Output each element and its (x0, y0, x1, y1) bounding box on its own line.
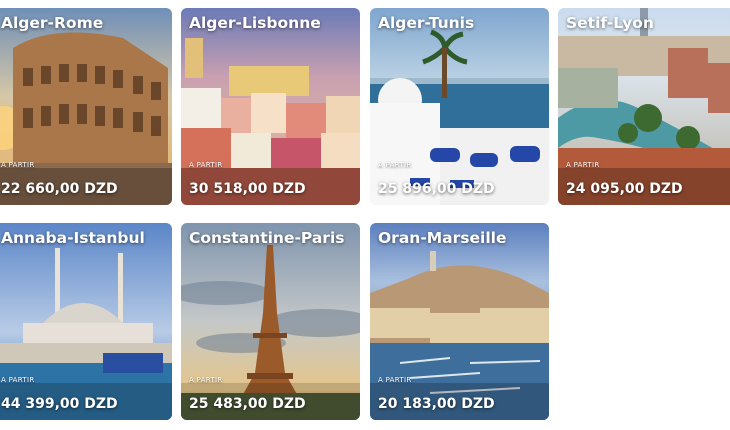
istanbul-image (0, 223, 172, 420)
route-title: Constantine-Paris (189, 229, 345, 247)
route-title: Oran-Marseille (378, 229, 507, 247)
from-label: A PARTIR (1, 376, 35, 384)
price-value: 20 183,00 DZD (378, 396, 495, 412)
from-label: A PARTIR (378, 161, 412, 169)
route-title: Setif-Lyon (566, 14, 654, 32)
route-title: Alger-Rome (1, 14, 104, 32)
from-label: A PARTIR (378, 376, 412, 384)
destination-card-alger-lisbonne[interactable]: Alger-Lisbonne A PARTIR 30 518,00 DZD (181, 8, 360, 205)
price-value: 44 399,00 DZD (1, 396, 118, 412)
destination-card-alger-rome[interactable]: Alger-Rome A PARTIR 22 660,00 DZD (0, 8, 172, 205)
destination-card-setif-lyon[interactable]: Setif-Lyon A PARTIR 24 095,00 DZD (558, 8, 730, 205)
price-value: 24 095,00 DZD (566, 181, 683, 197)
from-label: A PARTIR (566, 161, 600, 169)
price-value: 25 896,00 DZD (378, 181, 495, 197)
route-title: Annaba-Istanbul (1, 229, 145, 247)
destination-card-oran-marseille[interactable]: Oran-Marseille A PARTIR 20 183,00 DZD (370, 223, 549, 420)
price-value: 22 660,00 DZD (1, 181, 118, 197)
from-label: A PARTIR (189, 376, 223, 384)
destination-card-alger-tunis[interactable]: Alger-Tunis A PARTIR 25 896,00 DZD (370, 8, 549, 205)
from-label: A PARTIR (189, 161, 223, 169)
price-value: 30 518,00 DZD (189, 181, 306, 197)
eiffel-tower-image (181, 223, 360, 420)
sidi-bou-said-image (370, 8, 549, 205)
colosseum-image (0, 8, 172, 205)
price-value: 25 483,00 DZD (189, 396, 306, 412)
lisbon-image (181, 8, 360, 205)
from-label: A PARTIR (1, 161, 35, 169)
destination-card-constantine-paris[interactable]: Constantine-Paris A PARTIR 25 483,00 DZD (181, 223, 360, 420)
lyon-image (558, 8, 730, 205)
marseille-image (370, 223, 549, 420)
route-title: Alger-Lisbonne (189, 14, 321, 32)
destination-card-annaba-istanbul[interactable]: Annaba-Istanbul A PARTIR 44 399,00 DZD (0, 223, 172, 420)
route-title: Alger-Tunis (378, 14, 475, 32)
